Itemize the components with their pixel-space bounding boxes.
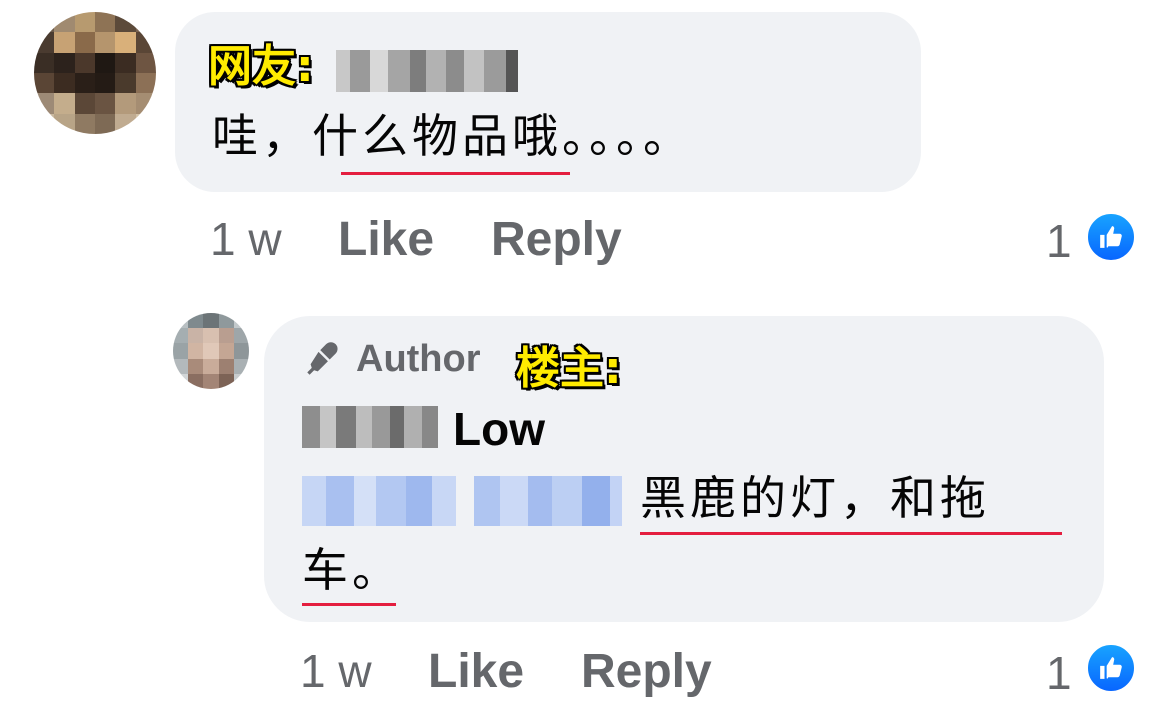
comment-text: 哇，什么物品哦。。。。 [212, 109, 693, 163]
highlight-underline [302, 603, 396, 606]
author-badge-label: Author [356, 338, 481, 380]
blurred-commenter-name[interactable] [336, 50, 518, 92]
comment-timestamp[interactable]: 1 w [210, 212, 282, 266]
reply-button[interactable]: Reply [491, 212, 622, 267]
author-avatar[interactable] [173, 313, 249, 389]
commenter-avatar[interactable] [34, 12, 156, 134]
reply-text-line1: 黑鹿的灯，和拖 [640, 471, 990, 525]
overlay-label-op: 楼主: [516, 343, 622, 394]
blurred-author-first-name[interactable] [302, 406, 438, 448]
thumbs-up-icon[interactable] [1085, 211, 1137, 263]
blurred-mentioned-user[interactable] [302, 476, 622, 526]
author-badge: Author [302, 338, 481, 381]
reply-text-line2: 车。 [302, 543, 402, 597]
reaction-count[interactable]: 1 [1046, 214, 1072, 268]
like-button[interactable]: Like [338, 212, 434, 267]
highlight-underline [341, 172, 570, 175]
overlay-label-netizen: 网友: [208, 41, 314, 92]
microphone-icon [307, 341, 338, 375]
highlight-underline [640, 532, 1062, 535]
thumbs-up-icon[interactable] [1085, 642, 1137, 694]
like-button[interactable]: Like [428, 644, 524, 699]
author-name[interactable]: Low [453, 402, 545, 456]
reaction-count[interactable]: 1 [1046, 646, 1072, 700]
reply-button[interactable]: Reply [581, 644, 712, 699]
reply-timestamp[interactable]: 1 w [300, 644, 372, 698]
